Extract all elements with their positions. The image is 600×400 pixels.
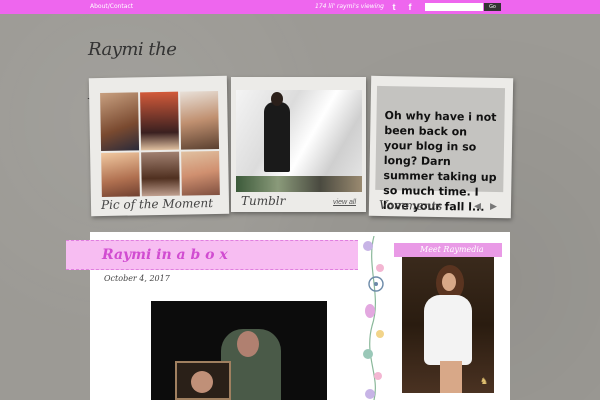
arrow-left-icon[interactable]: ◀ [474,201,481,212]
view-all-link[interactable]: view all [333,199,356,206]
photo-figure-head [271,92,283,106]
photo-thumb[interactable] [100,92,140,152]
vomment-box[interactable]: Oh why have i not been back on your blog… [375,85,506,214]
viewer-count: 174 lil' raymi's viewing [315,3,384,10]
facebook-icon[interactable]: f [404,1,416,13]
card-caption: Tumblr [241,194,286,208]
photo-figure-head [191,371,213,393]
photo-figure-head [237,331,259,357]
photo-figure-head [442,273,456,291]
photo-figure [424,295,472,365]
sidebar-title: Meet Raymedia [420,245,484,254]
sidebar-photo[interactable]: ♞ [402,257,494,393]
post-date: October 4, 2017 [104,274,170,283]
floral-decoration [358,235,390,400]
go-button[interactable]: Go [484,3,501,11]
vomments-card: Oh why have i not been back on your blog… [368,75,514,219]
tumblr-card[interactable]: Tumblr view all [231,77,366,212]
photo-thumb[interactable] [181,150,220,196]
post-title-ribbon: Raymi in a b o x [66,240,358,270]
post-photo[interactable] [151,301,327,400]
card-caption: Pic of the Moment [100,196,214,213]
logo-text: Raymi the Minx [88,39,177,104]
photo-strip [236,176,362,192]
playboy-logo-icon: ♞ [479,376,489,386]
top-bar: About/Contact 174 lil' raymi's viewing t… [0,0,600,14]
photo-thumb[interactable] [101,152,140,198]
photo-thumb[interactable] [180,90,220,150]
photo-figure-legs [440,361,462,393]
sidebar-ribbon: Meet Raymedia [394,243,502,257]
twitter-icon[interactable]: t [388,1,400,13]
photo-figure [264,102,290,172]
floral-vine-icon [363,235,384,400]
about-contact-link[interactable]: About/Contact [90,3,133,10]
search-input[interactable] [425,3,483,11]
photo-thumb[interactable] [141,151,180,197]
card-caption: Vomments [378,197,443,214]
tumblr-photo[interactable] [236,90,362,192]
post-title[interactable]: Raymi in a b o x [102,247,228,263]
site-logo[interactable]: Raymi the Minx [88,28,198,104]
photo-thumb[interactable] [140,91,180,151]
pic-of-the-moment-card[interactable]: Pic of the Moment [88,75,230,217]
photo-grid [100,90,220,198]
arrow-right-icon[interactable]: ▶ [490,201,497,212]
